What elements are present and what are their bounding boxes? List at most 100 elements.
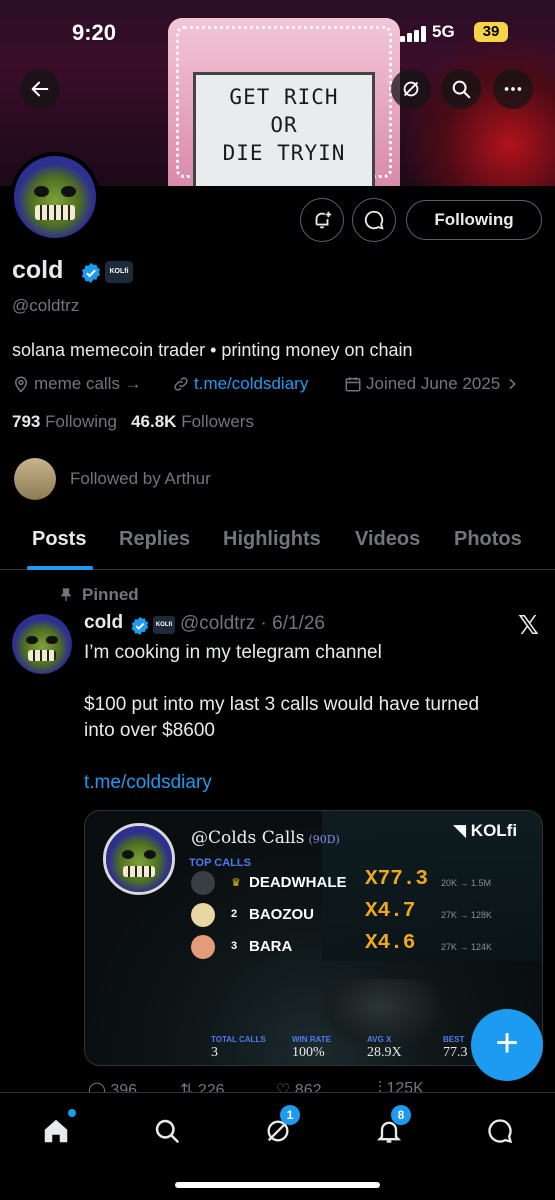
stat-value: 77.3 <box>443 1045 468 1060</box>
kolfi-badge[interactable]: KOLfi <box>105 261 133 283</box>
call-mult: X4.7 <box>365 900 416 923</box>
coin-icon-bara <box>191 935 215 959</box>
followed-by[interactable]: Followed by Arthur <box>14 458 211 500</box>
link-icon <box>174 377 188 391</box>
profile-website[interactable]: t.me/coldsdiary <box>172 374 308 394</box>
tab-videos[interactable]: Videos <box>355 528 420 551</box>
following-label: Following <box>45 412 117 431</box>
top-calls-label: TOP CALLS <box>189 857 251 869</box>
tab-replies[interactable]: Replies <box>119 528 190 551</box>
sign-line-3: DIE TRYIN <box>222 141 346 165</box>
stat-value: 3 <box>211 1045 218 1060</box>
tab-highlights[interactable]: Highlights <box>223 528 321 551</box>
verified-icon <box>81 262 101 284</box>
notifications-badge: 8 <box>391 1105 411 1125</box>
followed-by-text: Followed by Arthur <box>70 469 211 488</box>
grok-badge: 1 <box>280 1105 300 1125</box>
back-arrow-icon <box>31 81 49 97</box>
battery-icon: 39 <box>474 22 508 42</box>
x-logo-icon: 𝕏 <box>518 610 539 640</box>
back-button[interactable] <box>20 69 60 109</box>
call-rank: 3 <box>231 940 238 952</box>
stat-label: TOTAL CALLS <box>211 1035 266 1044</box>
follower-avatar <box>14 458 56 500</box>
website-text[interactable]: t.me/coldsdiary <box>194 374 308 394</box>
profile-joined: Joined June 2025 <box>344 374 520 394</box>
post-line-3: into over $8600 <box>84 720 215 741</box>
followers-count-link[interactable]: 46.8K Followers <box>131 412 254 431</box>
follow-counts: 793 Following 46.8K Followers <box>12 412 254 432</box>
sign-line-2: OR <box>270 113 298 137</box>
status-time: 9:20 <box>72 20 117 45</box>
network-label: 5G <box>432 22 455 41</box>
bell-plus-icon <box>315 211 332 229</box>
post-author[interactable]: cold <box>84 612 123 634</box>
call-row: 2 BAOZOU X4.7 27K → 128K <box>191 900 531 929</box>
stat-label: AVG X <box>367 1035 392 1044</box>
profile-bio: solana memecoin trader • printing money … <box>12 340 413 360</box>
post-line-2: $100 put into my last 3 calls would have… <box>84 694 480 715</box>
sign-line-1: GET RICH <box>229 85 339 109</box>
stat-label: BEST <box>443 1035 465 1044</box>
card-avatar <box>103 823 175 895</box>
chevron-right-icon[interactable] <box>504 376 520 392</box>
call-rank: 2 <box>231 908 238 920</box>
more-button[interactable] <box>493 69 533 109</box>
pinned-text: Pinned <box>82 585 139 604</box>
post-handle-date: @coldtrz · 6/1/26 <box>180 613 325 634</box>
search-button[interactable] <box>441 69 481 109</box>
tab-photos[interactable]: Photos <box>454 528 522 551</box>
stat-label: WIN RATE <box>292 1035 331 1044</box>
display-name: cold <box>12 256 64 284</box>
tab-posts[interactable]: Posts <box>32 528 86 551</box>
post-link[interactable]: t.me/coldsdiary <box>84 772 212 794</box>
profile-avatar[interactable] <box>10 152 100 242</box>
call-coin: BARA <box>249 938 293 955</box>
post-line-1: I’m cooking in my telegram channel <box>84 642 382 663</box>
nav-grok[interactable]: 1 <box>258 1105 300 1151</box>
grok-button[interactable] <box>391 69 431 109</box>
chat-bubble-icon <box>364 210 384 230</box>
home-indicator <box>175 1182 380 1188</box>
following-count-link[interactable]: 793 Following <box>12 412 117 431</box>
stat-value: 28.9X <box>367 1045 402 1060</box>
call-row: 3 BARA X4.6 27K → 124K <box>191 932 531 961</box>
post-avatar[interactable] <box>12 614 72 674</box>
card-period: (90D) <box>308 833 340 846</box>
location-text: meme calls → <box>34 374 142 393</box>
card-title: @Colds Calls (90D) <box>191 828 340 848</box>
profile-tabs: Posts Replies Highlights Videos Photos <box>0 520 555 570</box>
coin-icon-baozou <box>191 903 215 927</box>
search-icon <box>452 80 471 99</box>
active-tab-indicator <box>27 566 93 570</box>
nav-search[interactable] <box>147 1111 187 1151</box>
call-mult: X77.3 <box>365 868 429 891</box>
call-range: 27K → 128K <box>441 910 493 920</box>
chat-bubble-icon <box>488 1119 513 1144</box>
coin-icon-deadwhale <box>191 871 215 895</box>
notify-button[interactable] <box>300 198 344 242</box>
nav-notifications[interactable]: 8 <box>369 1105 411 1151</box>
signal-icon <box>400 26 426 42</box>
banner-red-glow <box>405 40 555 186</box>
nav-messages[interactable] <box>480 1111 520 1151</box>
followers-label: Followers <box>181 412 254 431</box>
call-mult: X4.6 <box>365 932 416 955</box>
following-count: 793 <box>12 412 41 431</box>
home-icon <box>44 1119 68 1143</box>
post-kolfi-badge: KOLfi <box>153 616 175 634</box>
following-button[interactable]: Following <box>406 200 542 240</box>
location-pin-icon <box>14 376 28 393</box>
card-title-text: @Colds Calls <box>191 828 305 848</box>
calendar-icon <box>345 377 361 392</box>
message-button[interactable] <box>352 198 396 242</box>
home-unread-dot <box>68 1109 76 1117</box>
nav-home[interactable] <box>36 1109 76 1151</box>
card-brand: ◥ KOLfi <box>453 821 518 840</box>
call-row: ♛ DEADWHALE X77.3 20K → 1.5M <box>191 868 531 897</box>
call-range: 20K → 1.5M <box>441 878 492 888</box>
profile-handle: @coldtrz <box>12 296 80 315</box>
call-coin: BAOZOU <box>249 906 314 923</box>
profile-location: meme calls → <box>12 374 142 394</box>
compose-button[interactable]: + <box>471 1009 543 1081</box>
